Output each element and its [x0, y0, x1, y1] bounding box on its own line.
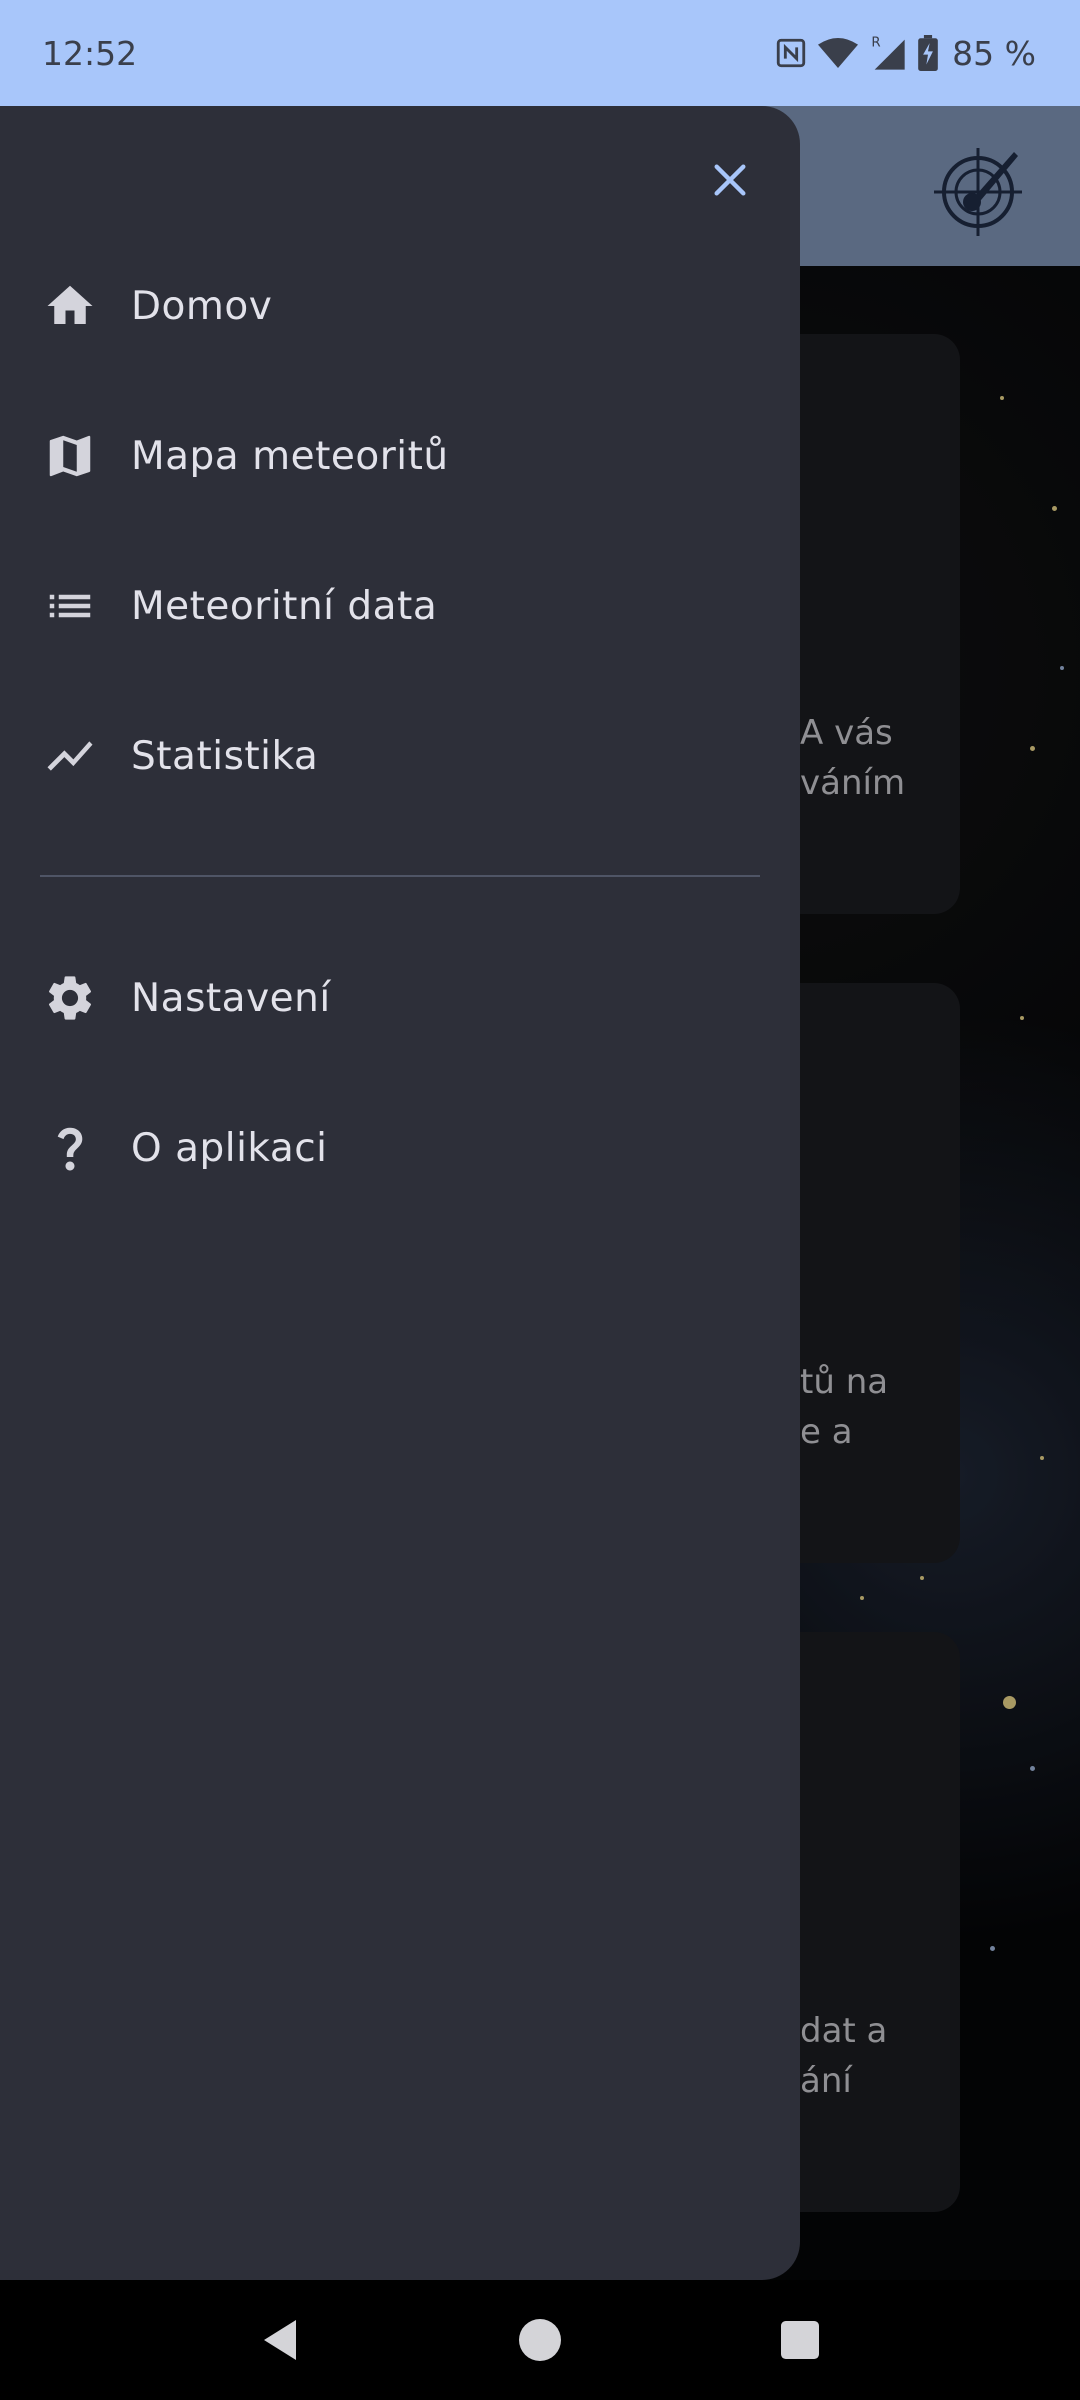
battery-icon [918, 35, 938, 71]
close-drawer-button[interactable] [700, 150, 760, 210]
help-icon [38, 1116, 102, 1180]
nav-item-label: Statistika [131, 733, 319, 779]
home-icon [38, 274, 102, 338]
trending-icon [38, 724, 102, 788]
close-icon [714, 164, 746, 196]
drawer-divider [40, 875, 760, 877]
nav-item-label: Nastavení [131, 975, 331, 1021]
home-circle-icon [519, 2319, 561, 2361]
wifi-icon [818, 38, 859, 68]
svg-text:R: R [871, 35, 880, 50]
list-icon [38, 574, 102, 638]
nav-item-label: Mapa meteoritů [131, 433, 449, 479]
recents-button[interactable] [770, 2310, 830, 2370]
map-icon [38, 424, 102, 488]
nfc-icon [776, 38, 806, 68]
status-icons: R 85 % [774, 33, 1036, 73]
back-button[interactable] [250, 2310, 310, 2370]
nav-item-map[interactable]: Mapa meteoritů [0, 401, 800, 511]
status-time: 12:52 [42, 33, 138, 73]
nav-item-label: Meteoritní data [131, 583, 438, 629]
recents-icon [781, 2321, 819, 2359]
signal-icon: R [871, 35, 905, 70]
home-button[interactable] [510, 2310, 570, 2370]
screen: A vás váním tů na e a dat a ání 12:52 R [0, 0, 1080, 2400]
system-navigation-bar [0, 2280, 1080, 2400]
nav-item-about[interactable]: O aplikaci [0, 1093, 800, 1203]
back-icon [264, 2320, 296, 2360]
gear-icon [38, 966, 102, 1030]
navigation-drawer: Domov Mapa meteoritů Meteoritní data Sta… [0, 106, 800, 2280]
nav-item-label: O aplikaci [131, 1125, 328, 1171]
nav-item-label: Domov [131, 283, 273, 329]
nav-item-home[interactable]: Domov [0, 251, 800, 361]
nav-item-statistics[interactable]: Statistika [0, 701, 800, 811]
battery-percent: 85 % [952, 33, 1036, 73]
nav-item-data[interactable]: Meteoritní data [0, 551, 800, 661]
nav-item-settings[interactable]: Nastavení [0, 943, 800, 1053]
status-bar: 12:52 R 85 % [0, 0, 1080, 106]
